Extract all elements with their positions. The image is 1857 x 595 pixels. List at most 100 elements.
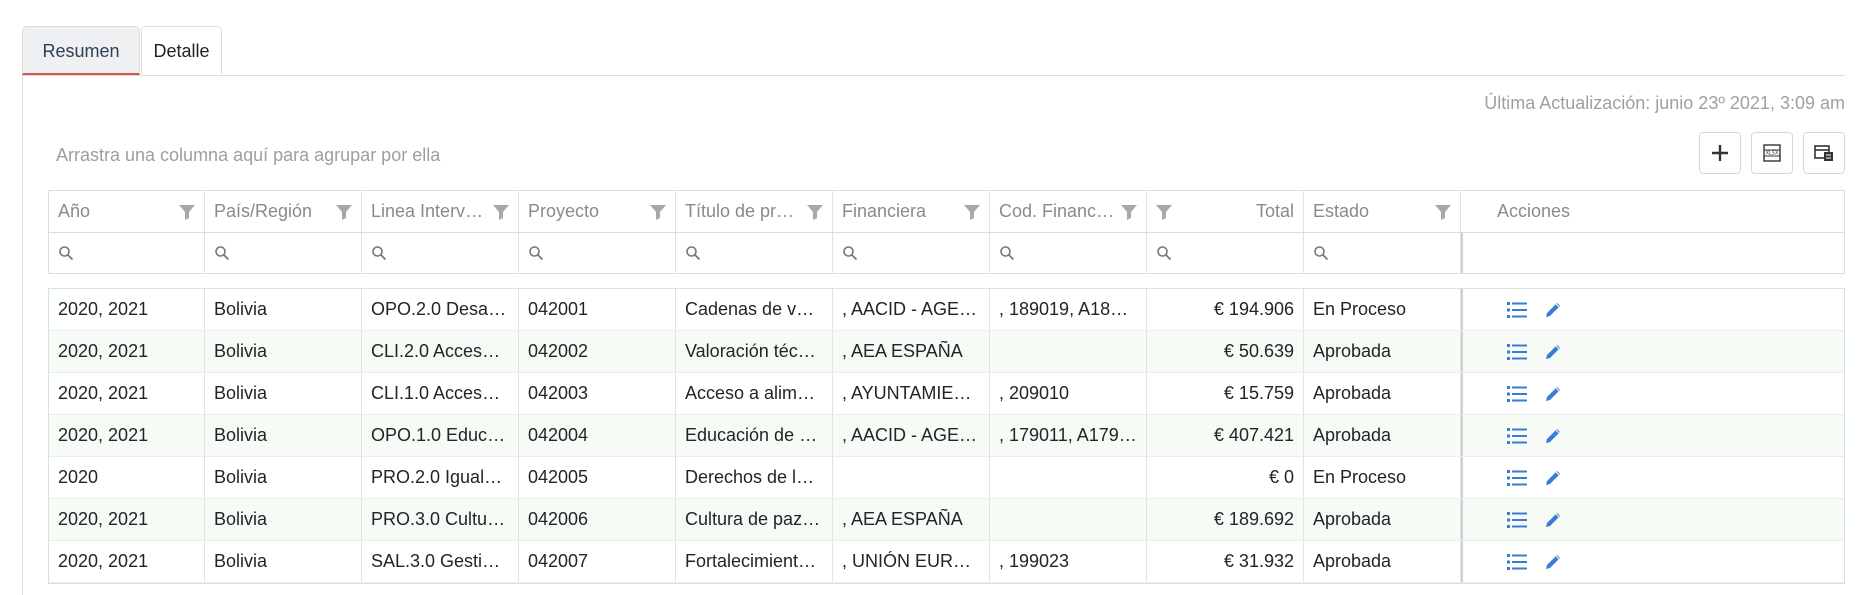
cell-total: € 15.759 [1147, 373, 1304, 414]
cell-proyecto: 042006 [519, 499, 676, 540]
data-grid: Año País/Región Linea Intervención Proyecto… [48, 190, 1845, 584]
filter-funnel-icon[interactable] [178, 203, 196, 226]
tab-resumen[interactable]: Resumen [22, 26, 140, 75]
filter-cell-linea[interactable] [362, 233, 519, 273]
row-actions [1461, 373, 1606, 414]
filter-cell-cod[interactable] [990, 233, 1147, 273]
column-header-cod[interactable]: Cod. Financiación [990, 191, 1147, 232]
column-header-label: Año [58, 201, 91, 221]
filter-cell-total[interactable] [1147, 233, 1304, 273]
column-header-anio[interactable]: Año [49, 191, 205, 232]
filter-cell-acciones [1461, 233, 1606, 273]
table-row[interactable]: 2020, 2021BoliviaOPO.2.0 Desarrollar...0… [49, 289, 1844, 331]
export-xlsx-button[interactable]: XLSX [1751, 132, 1793, 174]
search-icon [1313, 245, 1329, 261]
list-icon[interactable] [1506, 511, 1527, 529]
xlsx-export-icon: XLSX [1763, 144, 1781, 162]
search-icon [842, 245, 858, 261]
search-icon [999, 245, 1015, 261]
filter-funnel-icon[interactable] [1155, 203, 1173, 226]
row-actions [1461, 541, 1606, 582]
pencil-icon[interactable] [1543, 552, 1563, 572]
column-header-label: Estado [1313, 201, 1370, 221]
cell-financiera: , AEA ESPAÑA [833, 331, 990, 372]
cell-pais: Bolivia [205, 415, 362, 456]
pencil-icon[interactable] [1543, 510, 1563, 530]
column-header-proyecto[interactable]: Proyecto [519, 191, 676, 232]
cell-cod [990, 457, 1147, 498]
filter-cell-proyecto[interactable] [519, 233, 676, 273]
column-header-linea[interactable]: Linea Intervención [362, 191, 519, 232]
filter-funnel-icon[interactable] [335, 203, 353, 226]
list-icon[interactable] [1506, 469, 1527, 487]
row-actions [1461, 415, 1606, 456]
grid-body: 2020, 2021BoliviaOPO.2.0 Desarrollar...0… [48, 288, 1845, 584]
column-header-financiera[interactable]: Financiera [833, 191, 990, 232]
list-icon[interactable] [1506, 343, 1527, 361]
table-row[interactable]: 2020, 2021BoliviaPRO.3.0 Cultura de ...0… [49, 499, 1844, 541]
tab-detalle[interactable]: Detalle [141, 26, 222, 74]
group-panel-hint[interactable]: Arrastra una columna aquí para agrupar p… [56, 145, 440, 166]
pencil-icon[interactable] [1543, 342, 1563, 362]
cell-financiera: , AACID - AGENCIA ... [833, 415, 990, 456]
cell-total: € 407.421 [1147, 415, 1304, 456]
cell-pais: Bolivia [205, 499, 362, 540]
column-header-estado[interactable]: Estado [1304, 191, 1461, 232]
cell-anio: 2020 [49, 457, 205, 498]
table-row[interactable]: 2020, 2021BoliviaCLI.2.0 Acceso sost...0… [49, 331, 1844, 373]
cell-pais: Bolivia [205, 289, 362, 330]
pencil-icon[interactable] [1543, 300, 1563, 320]
cell-titulo: Cultura de paz y vín... [676, 499, 833, 540]
grid-header-row: Año País/Región Linea Intervención Proyecto… [48, 190, 1845, 232]
cell-proyecto: 042005 [519, 457, 676, 498]
tab-bar: Resumen Detalle [22, 26, 1845, 76]
filter-cell-estado[interactable] [1304, 233, 1461, 273]
filter-funnel-icon[interactable] [492, 203, 510, 226]
list-icon[interactable] [1506, 385, 1527, 403]
column-header-label: Proyecto [528, 201, 600, 221]
table-row[interactable]: 2020BoliviaPRO.2.0 Igualdad d...042005De… [49, 457, 1844, 499]
row-actions [1461, 289, 1606, 330]
filter-funnel-icon[interactable] [649, 203, 667, 226]
table-row[interactable]: 2020, 2021BoliviaOPO.1.0 Educación ...04… [49, 415, 1844, 457]
filter-funnel-icon[interactable] [963, 203, 981, 226]
filter-cell-financiera[interactable] [833, 233, 990, 273]
filter-cell-titulo[interactable] [676, 233, 833, 273]
column-header-pais[interactable]: País/Región [205, 191, 362, 232]
filter-funnel-icon[interactable] [1434, 203, 1452, 226]
column-header-titulo[interactable]: Título de proyecto [676, 191, 833, 232]
cell-cod: , 209010 [990, 373, 1147, 414]
row-actions [1461, 499, 1606, 540]
filter-cell-anio[interactable] [49, 233, 205, 273]
filter-funnel-icon[interactable] [806, 203, 824, 226]
cell-cod: , 189019, A189019 [990, 289, 1147, 330]
list-icon[interactable] [1506, 301, 1527, 319]
cell-linea: OPO.2.0 Desarrollar... [362, 289, 519, 330]
column-header-label: Financiera [842, 201, 927, 221]
cell-anio: 2020, 2021 [49, 499, 205, 540]
pencil-icon[interactable] [1543, 468, 1563, 488]
table-row[interactable]: 2020, 2021BoliviaCLI.1.0 Acceso sost...0… [49, 373, 1844, 415]
filter-funnel-icon[interactable] [1120, 203, 1138, 226]
filter-cell-pais[interactable] [205, 233, 362, 273]
cell-proyecto: 042002 [519, 331, 676, 372]
cell-total: € 0 [1147, 457, 1304, 498]
pencil-icon[interactable] [1543, 384, 1563, 404]
list-icon[interactable] [1506, 427, 1527, 445]
list-icon[interactable] [1506, 553, 1527, 571]
column-chooser-button[interactable] [1803, 132, 1845, 174]
cell-linea: CLI.2.0 Acceso sost... [362, 331, 519, 372]
table-row[interactable]: 2020, 2021BoliviaSAL.3.0 Gestión del ...… [49, 541, 1844, 583]
column-header-total[interactable]: Total [1147, 191, 1304, 232]
pencil-icon[interactable] [1543, 426, 1563, 446]
column-header-acciones[interactable]: Acciones [1461, 191, 1606, 232]
cell-titulo: Fortalecimiento de l... [676, 541, 833, 582]
cell-cod: , 199023 [990, 541, 1147, 582]
search-icon [685, 245, 701, 261]
column-header-label: Total [1255, 201, 1294, 221]
cell-titulo: Derechos de las Mu... [676, 457, 833, 498]
cell-financiera: , AACID - AGENCIA ... [833, 289, 990, 330]
cell-anio: 2020, 2021 [49, 331, 205, 372]
add-row-button[interactable] [1699, 132, 1741, 174]
search-icon [528, 245, 544, 261]
